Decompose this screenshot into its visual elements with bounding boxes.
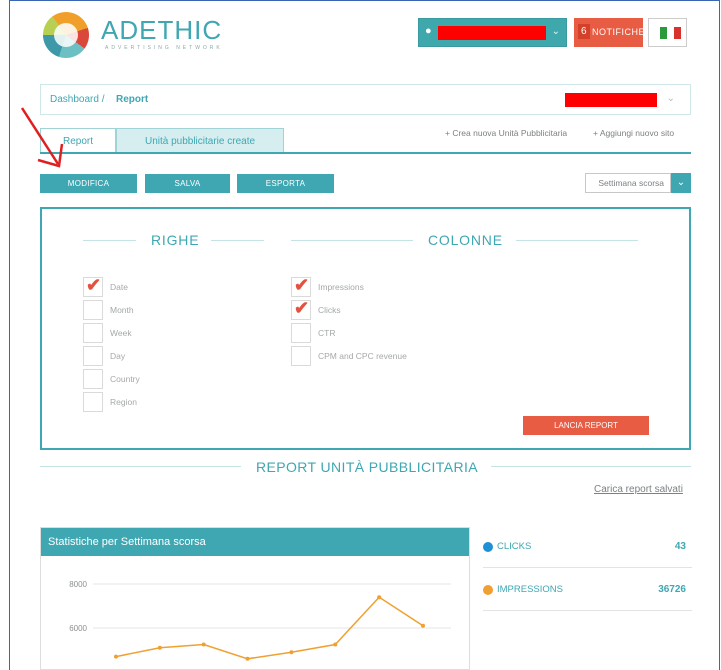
- divider: [483, 567, 692, 568]
- breadcrumb-current: Report: [116, 94, 149, 105]
- language-flag-icon[interactable]: [648, 18, 687, 47]
- divider: [40, 466, 241, 467]
- row-option-checkbox[interactable]: [83, 300, 103, 320]
- row-option-label: Day: [110, 351, 126, 361]
- clicks-legend-dot: [483, 542, 493, 552]
- divider: [83, 240, 136, 241]
- tabs-divider: [40, 152, 691, 154]
- column-option-checkbox[interactable]: [291, 346, 311, 366]
- data-point[interactable]: [114, 654, 118, 659]
- divider: [291, 240, 413, 241]
- notification-count-badge: 6: [578, 24, 590, 39]
- report-section-title: REPORT UNITÀ PUBBLICITARIA: [256, 459, 478, 475]
- data-point[interactable]: [157, 645, 162, 650]
- redacted-username: [438, 26, 546, 40]
- data-point[interactable]: [421, 623, 425, 628]
- row-option-checkbox[interactable]: [83, 323, 103, 343]
- y-tick-label: 6000: [69, 624, 87, 633]
- row-option-checkbox[interactable]: [83, 346, 103, 366]
- period-select[interactable]: Settimana scorsa: [585, 173, 671, 193]
- user-menu[interactable]: ● ⌄: [418, 18, 567, 47]
- clicks-value: 43: [674, 541, 686, 552]
- row-option-label: Country: [110, 374, 140, 384]
- logo-globe-icon: [43, 12, 89, 58]
- annotation-arrow-icon: [20, 107, 64, 168]
- logo-text: ADETHIC: [101, 15, 223, 45]
- y-tick-label: 8000: [69, 580, 87, 589]
- data-point[interactable]: [377, 595, 382, 600]
- column-option-checkbox[interactable]: ✔: [291, 298, 311, 320]
- impressions-label: IMPRESSIONS: [497, 584, 563, 595]
- data-point[interactable]: [201, 642, 206, 647]
- logo-tagline: ADVERTISING NETWORK: [105, 45, 223, 51]
- row-option-label: Month: [110, 305, 134, 315]
- chevron-down-icon: ⌄: [551, 26, 560, 37]
- row-option-label: Region: [110, 397, 137, 407]
- save-button[interactable]: SALVA: [145, 174, 230, 193]
- logo[interactable]: ADETHIC ADVERTISING NETWORK: [43, 12, 233, 58]
- column-option-checkbox[interactable]: [291, 323, 311, 343]
- chevron-down-icon[interactable]: ⌄: [671, 173, 691, 193]
- create-ad-unit-link[interactable]: + Crea nuova Unità Pubblicitaria: [445, 128, 567, 138]
- checkmark-icon: ✔: [294, 298, 310, 318]
- row-option-checkbox[interactable]: [83, 392, 103, 412]
- stat-clicks: CLICKS 43: [483, 530, 692, 568]
- data-point[interactable]: [289, 650, 294, 655]
- impressions-legend-dot: [483, 585, 493, 595]
- column-option-label: CPM and CPC revenue: [318, 351, 407, 361]
- stats-chart-panel: Statistiche per Settimana scorsa 8000 600…: [40, 527, 470, 670]
- user-icon: ●: [425, 25, 432, 37]
- divider: [491, 466, 691, 467]
- column-option-label: CTR: [318, 328, 336, 338]
- edit-button[interactable]: MODIFICA: [40, 174, 137, 193]
- checkmark-icon: ✔: [294, 275, 310, 295]
- data-point[interactable]: [333, 642, 338, 647]
- divider: [516, 240, 638, 241]
- tab-ad-units[interactable]: Unità pubblicitarie create: [116, 128, 284, 153]
- column-option-label: Impressions: [318, 282, 364, 292]
- stat-impressions: IMPRESSIONS 36726: [483, 573, 692, 611]
- chart-title: Statistiche per Settimana scorsa: [41, 528, 469, 556]
- report-builder-panel: RIGHE COLONNE ✔ Date Month Week Day Country Re…: [40, 207, 691, 450]
- row-option-checkbox[interactable]: [83, 369, 103, 389]
- breadcrumb: Dashboard / Report ⌄: [40, 84, 691, 115]
- impressions-value: 36726: [658, 584, 686, 595]
- column-option-checkbox[interactable]: ✔: [291, 275, 311, 297]
- row-option-label: Date: [110, 282, 128, 292]
- load-saved-reports-link[interactable]: Carica report salvati: [594, 484, 683, 495]
- redacted-site-selector[interactable]: [565, 93, 657, 107]
- row-option-checkbox[interactable]: ✔: [83, 275, 103, 297]
- chevron-down-icon[interactable]: ⌄: [667, 93, 675, 104]
- row-option-label: Week: [110, 328, 132, 338]
- column-option-label: Clicks: [318, 305, 341, 315]
- clicks-label: CLICKS: [497, 541, 532, 552]
- line-chart: 8000 6000: [69, 580, 451, 661]
- export-button[interactable]: ESPORTA: [237, 174, 334, 193]
- notifications-label: NOTIFICHE: [592, 27, 645, 37]
- notifications-button[interactable]: 6 NOTIFICHE: [574, 18, 645, 47]
- divider: [483, 610, 692, 611]
- data-point[interactable]: [245, 656, 250, 661]
- rows-title: RIGHE: [151, 232, 200, 248]
- checkmark-icon: ✔: [86, 275, 102, 295]
- divider: [211, 240, 264, 241]
- run-report-button[interactable]: LANCIA REPORT: [523, 416, 649, 435]
- columns-title: COLONNE: [428, 232, 503, 248]
- add-site-link[interactable]: + Aggiungi nuovo sito: [593, 128, 674, 138]
